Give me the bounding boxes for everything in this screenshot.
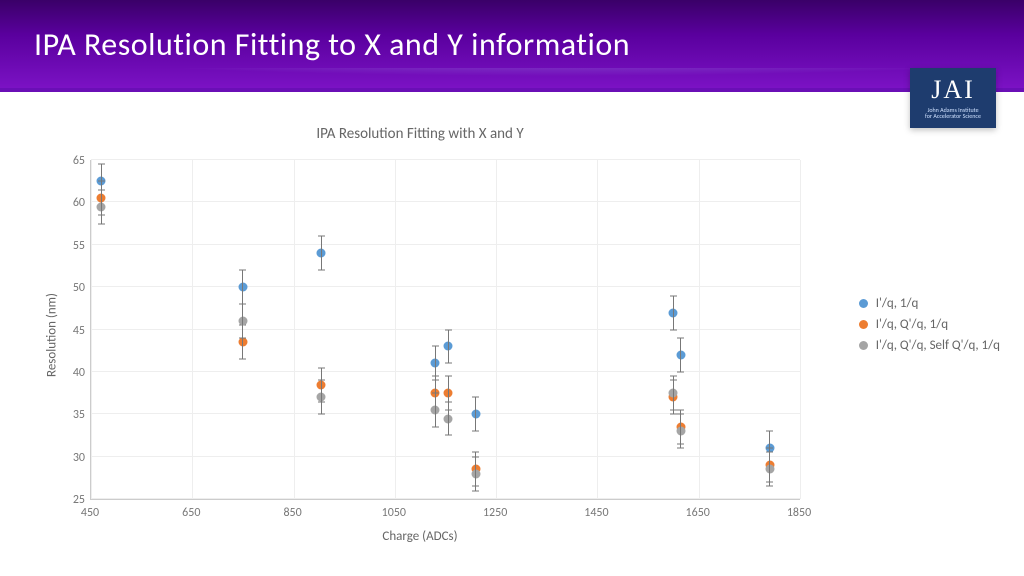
x-tick: 1650 — [686, 506, 710, 520]
x-axis-label: Charge (ADCs) — [40, 529, 800, 544]
gridline-v — [395, 160, 396, 499]
y-tick: 60 — [60, 196, 85, 210]
y-tick: 40 — [60, 366, 85, 380]
gridline-v — [294, 160, 295, 499]
data-point — [676, 350, 685, 359]
legend-label: I'/q, Q'/q, Self Q'/q, 1/q — [876, 338, 1000, 353]
data-point — [431, 406, 440, 415]
gridline-v — [597, 160, 598, 499]
jai-logo-mark: JAI — [931, 76, 975, 105]
x-tick: 1450 — [584, 506, 608, 520]
slide-title: IPA Resolution Fitting to X and Y inform… — [34, 25, 630, 64]
gridline-v — [699, 160, 700, 499]
jai-logo: JAI John Adams Institute for Accelerator… — [910, 68, 996, 128]
gridline-v — [91, 160, 92, 499]
y-tick: 55 — [60, 239, 85, 253]
chart-title: IPA Resolution Fitting with X and Y — [40, 125, 800, 143]
data-point — [238, 338, 247, 347]
data-point — [444, 414, 453, 423]
data-point — [444, 342, 453, 351]
legend-item: I'/q, 1/q — [859, 296, 1000, 311]
data-point — [431, 359, 440, 368]
legend-label: I'/q, Q'/q, 1/q — [876, 317, 948, 332]
y-tick: 30 — [60, 451, 85, 465]
gridline-h — [91, 456, 800, 457]
data-point — [444, 389, 453, 398]
gridline-h — [91, 371, 800, 372]
y-tick: 65 — [60, 154, 85, 168]
data-point — [765, 465, 774, 474]
chart: IPA Resolution Fitting with X and Y Reso… — [40, 130, 800, 540]
legend-item: I'/q, Q'/q, Self Q'/q, 1/q — [859, 338, 1000, 353]
y-tick: 25 — [60, 493, 85, 507]
data-point — [471, 469, 480, 478]
legend-item: I'/q, Q'/q, 1/q — [859, 317, 1000, 332]
legend-swatch — [859, 341, 868, 350]
y-tick: 35 — [60, 408, 85, 422]
data-point — [97, 202, 106, 211]
data-point — [317, 249, 326, 258]
gridline-v — [800, 160, 801, 499]
legend: I'/q, 1/q I'/q, Q'/q, 1/q I'/q, Q'/q, Self… — [859, 290, 1000, 359]
data-point — [317, 393, 326, 402]
data-point — [238, 317, 247, 326]
x-tick: 650 — [182, 506, 200, 520]
x-tick: 1850 — [787, 506, 811, 520]
plot-area — [90, 160, 800, 500]
x-tick: 850 — [283, 506, 301, 520]
gridline-h — [91, 498, 800, 499]
data-point — [238, 283, 247, 292]
gridline-h — [91, 201, 800, 202]
gridline-v — [496, 160, 497, 499]
y-axis-label: Resolution (nm) — [45, 293, 60, 377]
gridline-h — [91, 159, 800, 160]
gridline-h — [91, 286, 800, 287]
data-point — [669, 308, 678, 317]
jai-logo-line2: for Accelerator Science — [925, 113, 981, 120]
x-tick: 450 — [81, 506, 99, 520]
gridline-h — [91, 244, 800, 245]
title-swoosh — [0, 68, 1024, 118]
gridline-v — [192, 160, 193, 499]
legend-swatch — [859, 320, 868, 329]
slide-title-band: IPA Resolution Fitting to X and Y inform… — [0, 0, 1024, 92]
y-tick: 45 — [60, 324, 85, 338]
x-tick: 1250 — [483, 506, 507, 520]
legend-swatch — [859, 299, 868, 308]
x-tick: 1050 — [382, 506, 406, 520]
data-point — [471, 410, 480, 419]
y-tick: 50 — [60, 281, 85, 295]
data-point — [669, 389, 678, 398]
data-point — [676, 427, 685, 436]
legend-label: I'/q, 1/q — [876, 296, 919, 311]
